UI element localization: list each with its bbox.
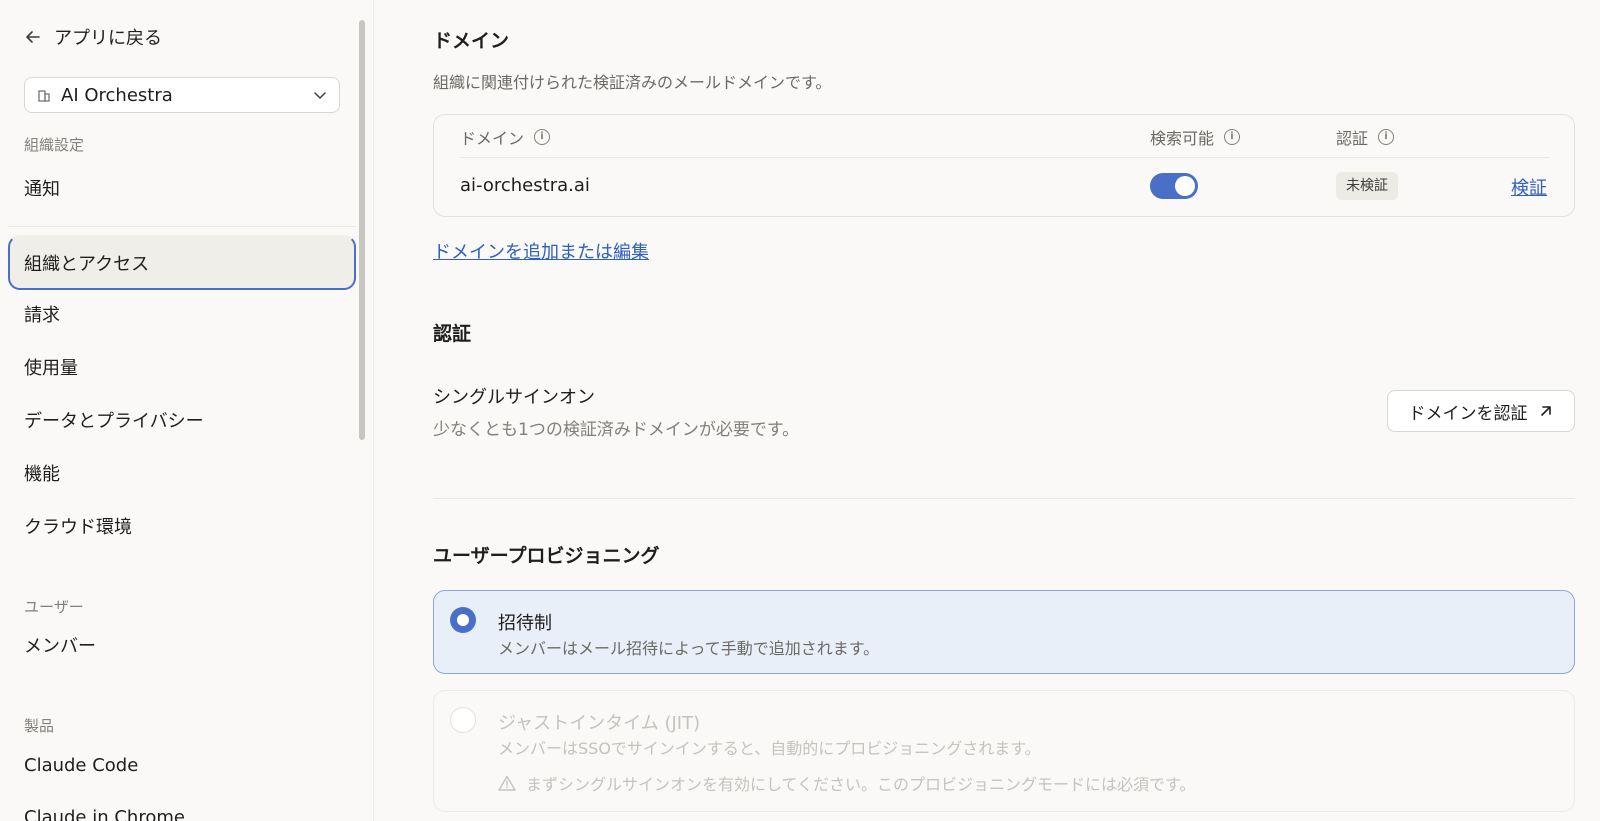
sidebar: アプリに戻る AI Orchestra 組織設定 通知 組織とアクセス 請求 使… (0, 0, 374, 821)
col-auth-label: 認証 (1336, 129, 1369, 148)
option-desc: メンバーはSSOでサインインすると、自動的にプロビジョニングされます。 (498, 739, 1041, 758)
status-badge: 未検証 (1336, 172, 1398, 200)
col-searchable-label: 検索可能 (1150, 129, 1215, 148)
option-desc: メンバーはメール招待によって手動で追加されます。 (498, 639, 880, 658)
nav-item-cloud-env[interactable]: クラウド環境 (24, 514, 132, 542)
col-header-auth: 認証 i (1336, 125, 1395, 149)
option-title: 招待制 (498, 613, 552, 634)
nav-item-data-privacy[interactable]: データとプライバシー (24, 408, 204, 436)
nav-divider (8, 226, 356, 227)
building-icon (38, 90, 50, 102)
arrow-up-right-icon (1540, 406, 1551, 416)
provisioning-title: ユーザープロビジョニング (433, 545, 660, 567)
nav-item-members[interactable]: メンバー (24, 633, 96, 661)
back-label: アプリに戻る (54, 28, 162, 49)
domain-title: ドメイン (433, 30, 510, 52)
section-org-settings: 組織設定 (24, 136, 85, 154)
nav-item-org-access[interactable]: 組織とアクセス (8, 235, 356, 290)
info-icon[interactable]: i (1224, 129, 1241, 145)
nav-item-notifications[interactable]: 通知 (24, 176, 60, 204)
row-divider (460, 157, 1550, 158)
col-header-searchable: 検索可能 i (1150, 125, 1241, 149)
add-edit-domain-link[interactable]: ドメインを追加または編集 (433, 238, 649, 264)
sidebar-scrollbar[interactable] (359, 20, 365, 440)
section-divider (433, 498, 1575, 499)
col-header-domain: ドメイン i (460, 125, 551, 149)
option-warning: まずシングルサインオンを有効にしてください。このプロビジョニングモードには必須で… (498, 771, 1195, 795)
section-products: 製品 (24, 717, 55, 735)
nav-item-claude-code[interactable]: Claude Code (24, 752, 138, 780)
domain-table: ドメイン i 検索可能 i 認証 i ai-orchestra.ai 未検証 検… (433, 114, 1575, 217)
info-icon[interactable]: i (534, 129, 551, 145)
main-content: ドメイン 組織に関連付けられた検証済みのメールドメインです。 ドメイン i 検索… (433, 0, 1575, 821)
searchable-toggle[interactable] (1150, 173, 1198, 199)
info-icon[interactable]: i (1378, 129, 1395, 145)
nav-item-usage[interactable]: 使用量 (24, 355, 78, 383)
section-users: ユーザー (24, 598, 84, 616)
chevron-down-icon (314, 92, 326, 100)
nav-item-claude-chrome[interactable]: Claude in Chrome (24, 804, 185, 821)
provisioning-option-jit: ジャストインタイム (JIT) メンバーはSSOでサインインすると、自動的にプロ… (433, 690, 1575, 812)
nav-item-label: 組織とアクセス (24, 253, 150, 275)
back-to-app-link[interactable]: アプリに戻る (24, 24, 162, 50)
sso-title: シングルサインオン (433, 387, 595, 408)
org-selector[interactable]: AI Orchestra (24, 77, 340, 113)
nav-item-features[interactable]: 機能 (24, 461, 60, 489)
col-domain-label: ドメイン (460, 129, 525, 148)
radio-selected[interactable] (450, 607, 476, 633)
warning-icon (498, 775, 516, 791)
option-title: ジャストインタイム (JIT) (498, 713, 701, 734)
verify-link[interactable]: 検証 (1511, 174, 1547, 200)
domain-cell: ai-orchestra.ai (460, 175, 590, 196)
arrow-left-icon (26, 31, 40, 43)
auth-title: 認証 (433, 323, 472, 345)
org-name: AI Orchestra (61, 84, 173, 106)
radio-disabled (450, 707, 476, 733)
sso-desc: 少なくとも1つの検証済みドメインが必要です。 (433, 420, 800, 440)
warning-text: まずシングルサインオンを有効にしてください。このプロビジョニングモードには必須で… (526, 775, 1196, 794)
verify-domain-button[interactable]: ドメインを認証 (1387, 390, 1575, 432)
domain-subtitle: 組織に関連付けられた検証済みのメールドメインです。 (433, 73, 832, 92)
toggle-knob (1175, 176, 1195, 196)
nav-item-billing[interactable]: 請求 (24, 302, 60, 330)
verify-domain-label: ドメインを認証 (1408, 403, 1528, 424)
provisioning-option-invite[interactable]: 招待制 メンバーはメール招待によって手動で追加されます。 (433, 590, 1575, 674)
